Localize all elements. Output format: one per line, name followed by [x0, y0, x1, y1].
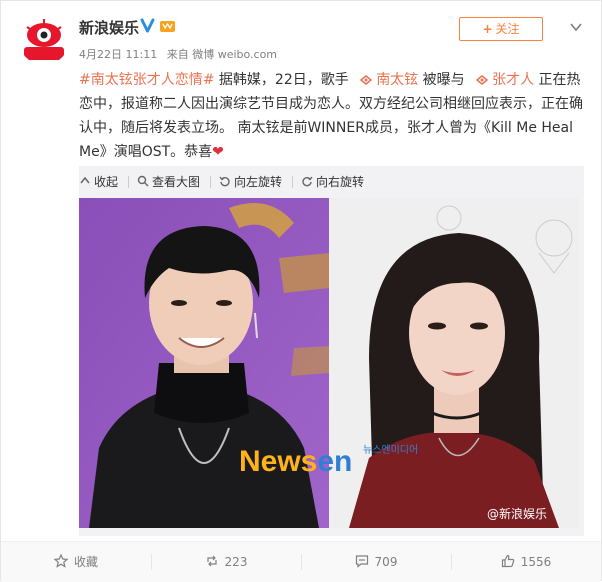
rotate-right-label: 向右旋转: [316, 175, 365, 189]
newsen-watermark-b: en: [317, 445, 353, 478]
newsen-watermark: Newsen: [239, 445, 352, 479]
media-toolbar: 收起 查看大图 向左旋转 向右旋转: [79, 173, 374, 190]
rotate-right-icon: [302, 176, 313, 187]
verified-badge-icon: [140, 18, 155, 33]
favorite-button[interactable]: 收藏: [1, 542, 151, 582]
repost-count: 223: [224, 555, 248, 569]
rotate-right-button[interactable]: 向右旋转: [301, 173, 364, 190]
chevron-up-icon: [80, 176, 90, 184]
post-source[interactable]: 来自 微博 weibo.com: [167, 48, 277, 61]
post-meta: 4月22日 11:11 来自 微博 weibo.com: [79, 46, 277, 62]
post-text-2: 被曝与: [418, 72, 470, 88]
repost-icon: [206, 555, 217, 567]
newsen-watermark-a: News: [239, 445, 318, 478]
post-text-1: 据韩媒，22日，歌手: [214, 72, 354, 88]
like-count: 1556: [520, 555, 552, 569]
avatar[interactable]: [19, 15, 69, 65]
action-bar: 收藏 223 709 1556: [1, 541, 601, 582]
heart-emoji: ❤: [212, 144, 224, 160]
plus-icon: +: [482, 22, 493, 36]
rotate-left-button[interactable]: 向左旋转: [219, 173, 282, 190]
rotate-left-label: 向左旋转: [234, 175, 283, 189]
view-large-label: 查看大图: [152, 175, 201, 189]
star-icon: [53, 553, 69, 568]
weibo-post-card: 新浪娱乐 4月22日 11:11 来自 微博 weibo.com + 关注 #南太…: [0, 0, 602, 582]
korean-watermark: 뉴스엔미디어: [363, 445, 419, 456]
post-time[interactable]: 4月22日 11:11: [79, 48, 157, 61]
divider: [210, 176, 212, 188]
comment-button[interactable]: 709: [301, 542, 451, 582]
post-text: #南太铉张才人恋情# 据韩媒，22日，歌手 南太铉 被曝与 张才人 正在热恋中，…: [79, 68, 584, 164]
weibo-watermark: @新浪娱乐: [487, 507, 548, 521]
hashtag-link[interactable]: #南太铉张才人恋情#: [79, 72, 214, 88]
zoom-icon: [137, 175, 149, 187]
mention-jang-jaein[interactable]: 张才人: [492, 72, 534, 88]
follow-label: 关注: [495, 22, 520, 36]
comment-icon: [355, 555, 368, 568]
collapse-label: 收起: [94, 175, 119, 189]
photo-right[interactable]: [329, 198, 579, 528]
link-icon: [359, 75, 373, 85]
follow-button[interactable]: + 关注: [459, 17, 543, 41]
favorite-label: 收藏: [73, 555, 98, 569]
divider: [292, 176, 294, 188]
nickname[interactable]: 新浪娱乐: [79, 17, 139, 38]
like-button[interactable]: 1556: [451, 542, 601, 582]
rotate-left-icon: [219, 176, 230, 187]
mention-nam-taehyun[interactable]: 南太铉: [376, 72, 418, 88]
comment-count: 709: [374, 555, 398, 569]
repost-button[interactable]: 223: [151, 542, 301, 582]
link-icon: [475, 75, 489, 85]
divider: [128, 176, 130, 188]
chevron-down-icon[interactable]: [569, 20, 583, 34]
collapse-button[interactable]: 收起: [79, 173, 118, 190]
vip-crown-icon[interactable]: [159, 18, 176, 33]
thumbs-up-icon: [501, 554, 514, 568]
view-large-button[interactable]: 查看大图: [137, 173, 200, 190]
